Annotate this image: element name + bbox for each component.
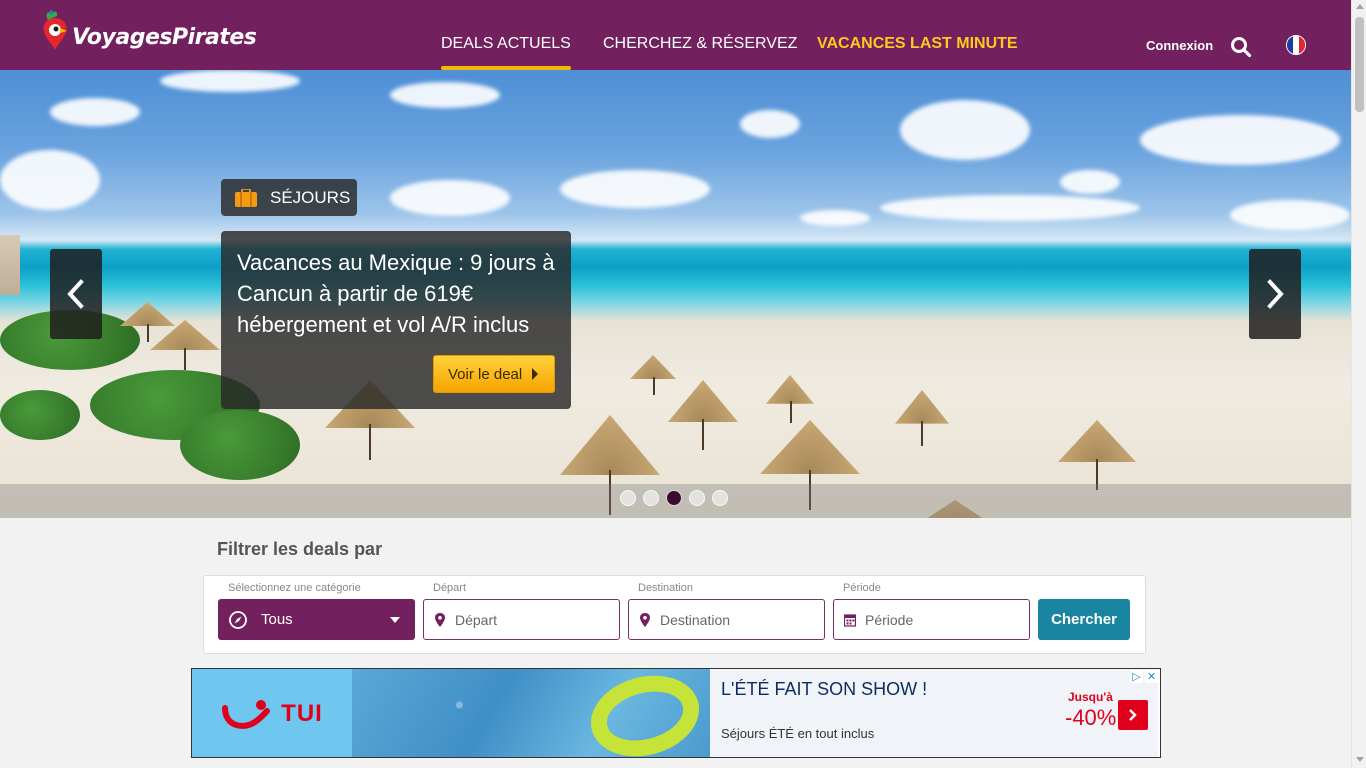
scroll-up-arrow-icon[interactable] — [1356, 4, 1364, 9]
scrollbar-thumb[interactable] — [1355, 17, 1364, 112]
category-value: Tous — [261, 611, 293, 628]
view-deal-button[interactable]: Voir le deal — [433, 355, 555, 393]
ad-banner[interactable]: TUI L'ÉTÉ FAIT SON SHOW ! Séjours ÉTÉ en… — [191, 668, 1161, 758]
caret-right-icon — [532, 368, 539, 380]
deal-title[interactable]: Vacances au Mexique : 9 jours à Cancun à… — [237, 247, 563, 340]
ad-cta-button[interactable] — [1118, 700, 1148, 730]
carousel-dot[interactable] — [689, 490, 705, 506]
suitcase-icon — [235, 188, 257, 207]
page-scrollbar[interactable] — [1351, 0, 1366, 768]
category-label: SÉJOURS — [270, 187, 351, 207]
depart-input[interactable] — [455, 611, 615, 628]
carousel-dot[interactable] — [643, 490, 659, 506]
filter-title: Filtrer les deals par — [217, 539, 383, 559]
destination-field[interactable] — [628, 599, 825, 640]
nav-cherchez-reservez[interactable]: CHERCHEZ & RÉSERVEZ — [603, 0, 797, 70]
search-button[interactable]: Chercher — [1038, 599, 1130, 640]
periode-input[interactable] — [865, 611, 1025, 628]
carousel-prev-button[interactable] — [50, 249, 102, 339]
ad-content: L'ÉTÉ FAIT SON SHOW ! Séjours ÉTÉ en tou… — [710, 669, 1158, 757]
carousel-dot[interactable] — [620, 490, 636, 506]
ad-pool-image — [352, 669, 710, 757]
ad-headline: L'ÉTÉ FAIT SON SHOW ! — [721, 679, 928, 699]
parrot-pin-icon — [43, 10, 67, 50]
carousel-dot-active[interactable] — [666, 490, 682, 506]
ad-subline: Séjours ÉTÉ en tout inclus — [721, 726, 875, 741]
calendar-icon — [844, 613, 856, 627]
carousel-dots — [620, 490, 735, 506]
filter-panel: Sélectionnez une catégorie Départ Destin… — [203, 575, 1146, 654]
ad-upto: Jusqu'à — [1068, 690, 1113, 704]
site-header: VoyagesPirates DEALS ACTUELS CHERCHEZ & … — [0, 0, 1351, 70]
map-pin-icon — [640, 612, 650, 627]
compass-icon — [229, 610, 247, 629]
adchoices-icon[interactable]: ▷ — [1130, 670, 1143, 683]
destination-input[interactable] — [660, 611, 820, 628]
category-field-label: Sélectionnez une catégorie — [228, 582, 361, 594]
carousel-dot[interactable] — [712, 490, 728, 506]
hero-carousel: SÉJOURS Vacances au Mexique : 9 jours à … — [0, 70, 1351, 518]
chevron-right-icon — [1267, 279, 1284, 309]
tui-logo: TUI — [192, 669, 352, 757]
login-link[interactable]: Connexion — [1146, 38, 1213, 53]
nav-deals-actuels[interactable]: DEALS ACTUELS — [441, 0, 571, 70]
site-logo[interactable]: VoyagesPirates — [40, 8, 257, 52]
chevron-left-icon — [67, 279, 84, 309]
brand-name: VoyagesPirates — [72, 24, 257, 50]
chevron-right-icon — [1129, 709, 1137, 721]
nav-vacances-last-minute[interactable]: VACANCES LAST MINUTE — [817, 0, 1018, 70]
view-deal-label: Voir le deal — [448, 365, 523, 383]
scroll-down-arrow-icon[interactable] — [1356, 757, 1364, 762]
periode-field[interactable] — [833, 599, 1030, 640]
category-badge: SÉJOURS — [221, 179, 357, 216]
close-icon[interactable]: ✕ — [1145, 670, 1158, 683]
tui-smile-icon — [222, 700, 271, 729]
ad-discount: -40% — [1065, 705, 1117, 730]
destination-field-label: Destination — [638, 582, 694, 594]
ad-brand-name: TUI — [281, 700, 323, 727]
adchoices: ▷ ✕ — [1128, 670, 1158, 683]
caret-down-icon — [390, 617, 400, 623]
carousel-next-button[interactable] — [1249, 249, 1301, 339]
periode-field-label: Période — [843, 582, 881, 594]
map-pin-icon — [435, 612, 445, 627]
deal-card: Vacances au Mexique : 9 jours à Cancun à… — [221, 231, 571, 409]
category-select[interactable]: Tous — [218, 599, 415, 640]
french-flag-icon[interactable] — [1286, 35, 1306, 55]
depart-field[interactable] — [423, 599, 620, 640]
depart-field-label: Départ — [433, 582, 467, 594]
search-icon[interactable] — [1230, 36, 1252, 58]
